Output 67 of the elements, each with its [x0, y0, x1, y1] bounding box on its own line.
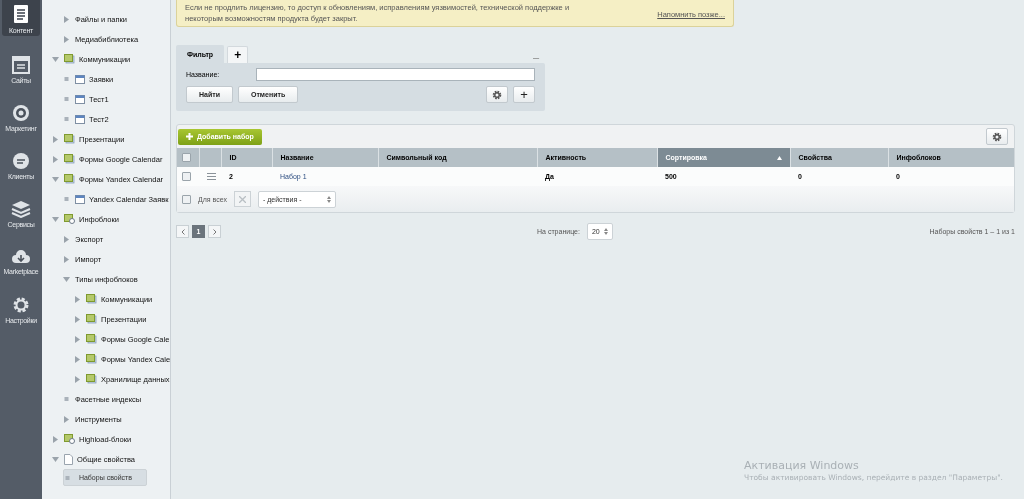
settings-icon [992, 131, 1002, 142]
folder-icon [86, 354, 97, 364]
folder-icon [86, 374, 97, 384]
triangle-right-icon[interactable] [63, 35, 70, 43]
settings-icon [12, 296, 30, 314]
settings-button[interactable] [486, 86, 508, 103]
menu-icon[interactable] [207, 172, 216, 180]
folder-icon [86, 294, 97, 304]
triangle-right-icon[interactable] [74, 315, 81, 323]
chevron-right-icon [212, 228, 217, 235]
delete-button[interactable] [233, 191, 251, 207]
folder-icon [64, 174, 75, 184]
select-all-checkbox[interactable] [182, 153, 191, 162]
folder-icon [86, 314, 97, 324]
triangle-right-icon[interactable] [63, 415, 70, 423]
folder-icon [64, 434, 75, 444]
triangle-right-icon[interactable] [52, 155, 59, 163]
next-page-button[interactable] [208, 225, 221, 238]
triangle-right-icon[interactable] [63, 255, 70, 263]
activation-title: Активация Windows [744, 459, 860, 472]
triangle-right-icon[interactable] [74, 375, 81, 383]
previous-page-button[interactable] [176, 225, 189, 238]
folder-icon [64, 214, 75, 224]
bullet-icon [63, 97, 70, 101]
row-checkbox[interactable] [182, 172, 191, 181]
chevron-left-icon [180, 228, 185, 235]
add-tab-button[interactable]: + [227, 46, 249, 63]
add-button[interactable]: + [513, 86, 535, 103]
triangle-right-icon[interactable] [52, 435, 59, 443]
triangle-right-icon[interactable] [74, 295, 81, 303]
bullet-icon [63, 397, 70, 401]
triangle-down-icon[interactable] [52, 176, 59, 182]
folder-icon [64, 54, 75, 64]
triangle-right-icon[interactable] [52, 135, 59, 143]
updown-caret-icon [603, 228, 608, 235]
table-icon [75, 94, 85, 104]
triangle-down-icon[interactable] [52, 56, 59, 62]
triangle-down-icon[interactable] [63, 276, 70, 282]
triangle-right-icon[interactable] [74, 335, 81, 343]
table-icon [75, 114, 85, 124]
layers-icon [11, 200, 31, 218]
triangle-down-icon[interactable] [52, 456, 59, 462]
table-icon [75, 74, 85, 84]
bullet-icon [63, 197, 70, 201]
folder-icon [86, 334, 97, 344]
bullet-icon [63, 117, 70, 121]
plus-icon [186, 133, 193, 140]
document-icon [13, 4, 29, 24]
folder-icon [64, 154, 75, 164]
updown-caret-icon [326, 195, 331, 203]
bullet-icon [63, 77, 70, 81]
folder-icon [64, 134, 75, 144]
table-icon [75, 194, 85, 204]
triangle-right-icon[interactable] [63, 15, 70, 23]
settings-icon [492, 89, 502, 100]
triangle-right-icon[interactable] [74, 355, 81, 363]
settings-button[interactable] [986, 128, 1008, 145]
sort-up-icon [776, 155, 782, 160]
target-icon [12, 104, 30, 122]
bullet-icon [64, 475, 71, 480]
cloud-download-icon [11, 249, 31, 265]
for-all-checkbox[interactable] [182, 194, 191, 204]
triangle-right-icon[interactable] [63, 235, 70, 243]
triangle-down-icon[interactable] [52, 216, 59, 222]
name-input-field[interactable] [255, 68, 535, 81]
close-icon [238, 195, 246, 203]
page-icon [64, 453, 73, 465]
